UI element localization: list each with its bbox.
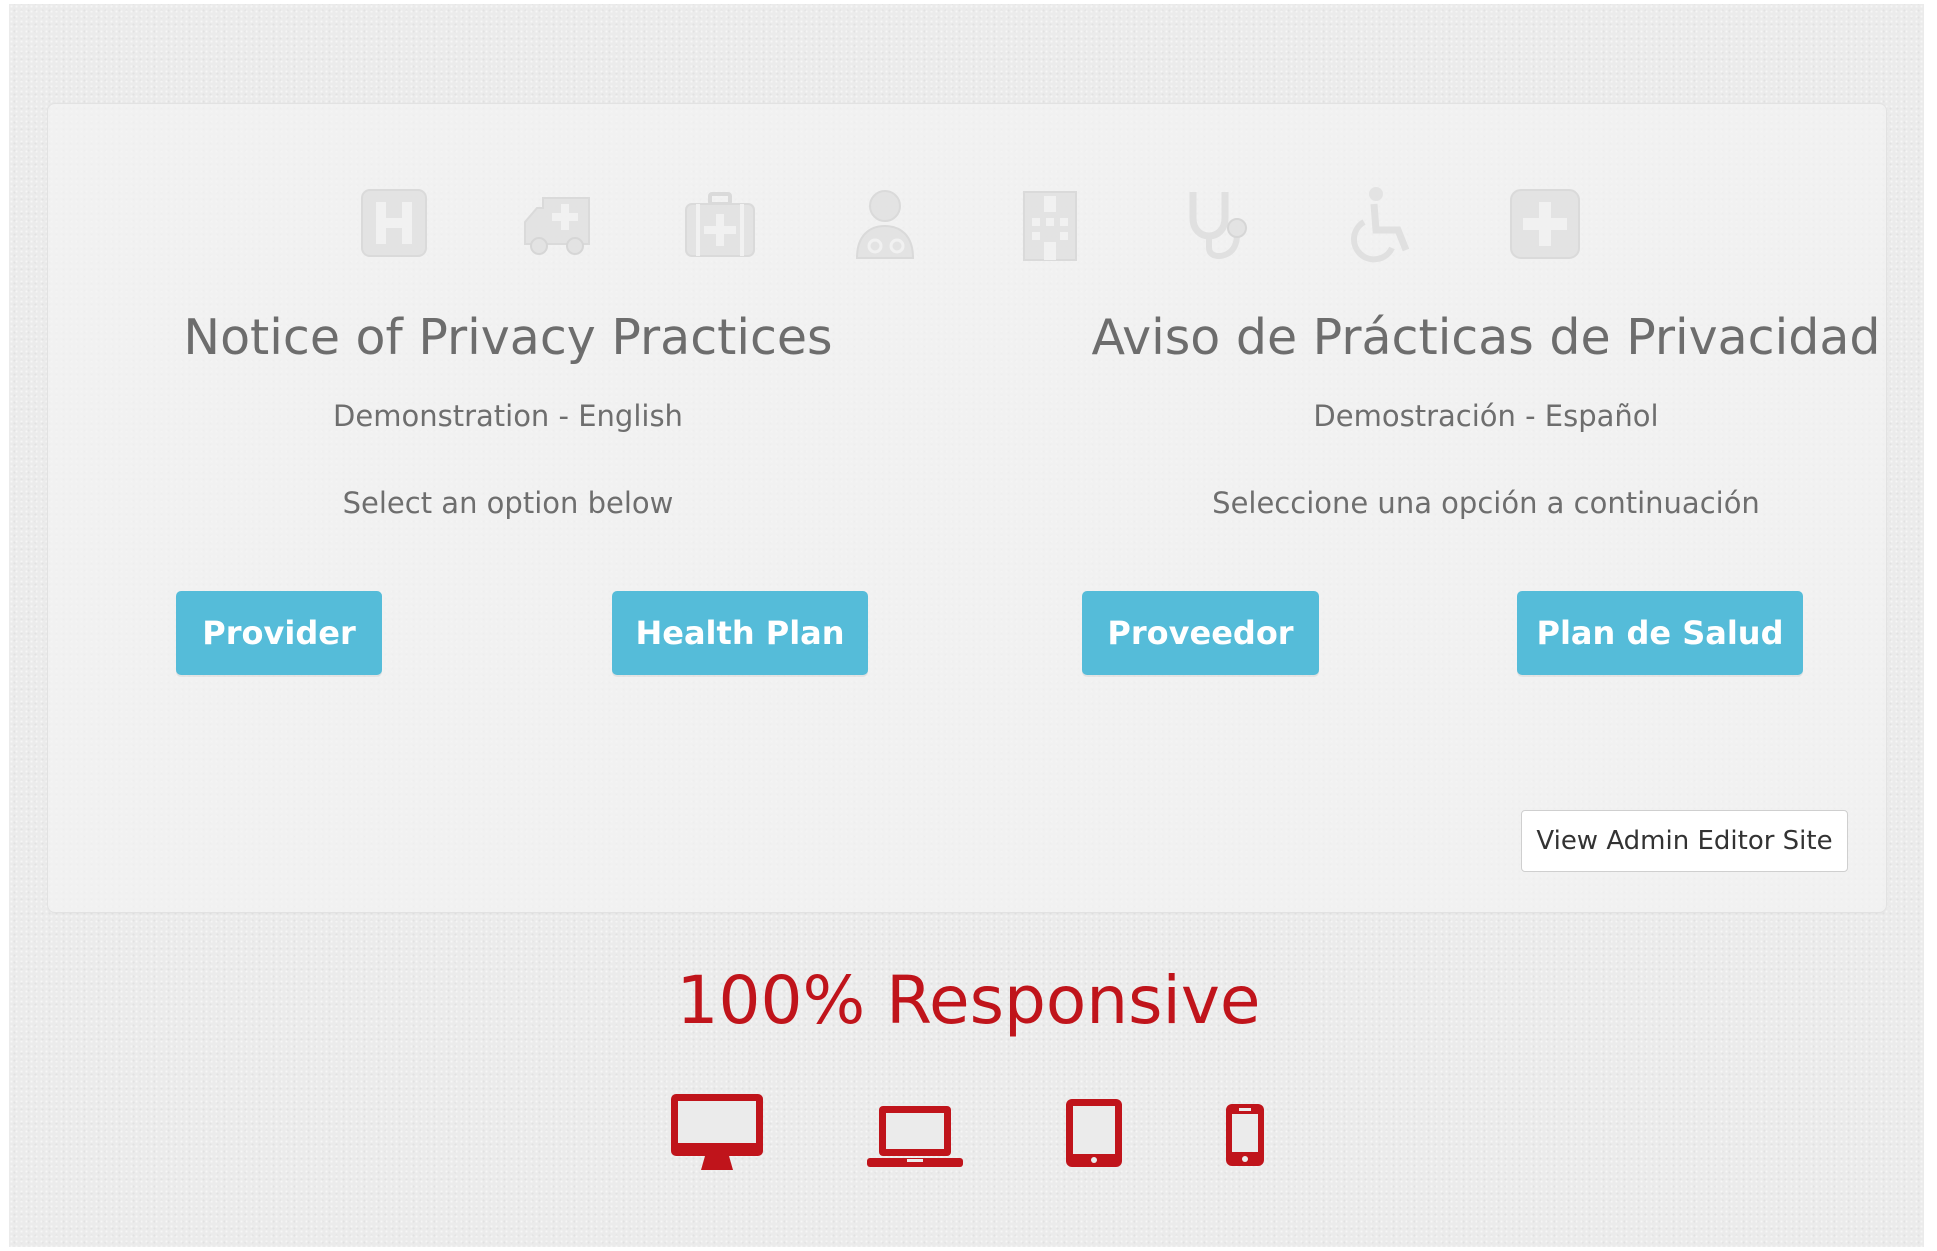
spanish-title: Aviso de Prácticas de Privacidad: [1091, 309, 1881, 366]
doctor-icon: [845, 184, 925, 264]
proveedor-button[interactable]: Proveedor: [1082, 591, 1319, 675]
wheelchair-icon: [1340, 184, 1420, 264]
phone-icon: [1224, 1102, 1266, 1168]
hospital-h-icon: [354, 184, 434, 264]
english-hint: Select an option below: [342, 486, 674, 520]
hospital-building-icon: [1010, 184, 1090, 264]
laptop-icon: [867, 1104, 963, 1170]
health-plan-button[interactable]: Health Plan: [612, 591, 868, 675]
spanish-hint: Seleccione una opción a continuación: [1212, 486, 1760, 520]
desktop-icon: [669, 1092, 765, 1174]
tablet-icon: [1064, 1097, 1124, 1169]
english-title: Notice of Privacy Practices: [183, 309, 833, 366]
ambulance-icon: [515, 184, 595, 264]
medical-plus-icon: [1505, 184, 1585, 264]
english-column: Notice of Privacy Practices Demonstratio…: [138, 309, 878, 520]
spanish-column: Aviso de Prácticas de Privacidad Demostr…: [1026, 309, 1937, 520]
plan-de-salud-button[interactable]: Plan de Salud: [1517, 591, 1803, 675]
spanish-subtitle: Demostración - Español: [1313, 399, 1659, 433]
medkit-icon: [680, 184, 760, 264]
privacy-card: Notice of Privacy Practices Demonstratio…: [47, 103, 1887, 913]
english-subtitle: Demonstration - English: [333, 399, 683, 433]
provider-button[interactable]: Provider: [176, 591, 382, 675]
view-admin-editor-button[interactable]: View Admin Editor Site: [1521, 810, 1848, 872]
stethoscope-icon: [1175, 184, 1255, 264]
medical-icon-row: [48, 184, 1886, 274]
responsive-heading: 100% Responsive: [676, 962, 1261, 1039]
